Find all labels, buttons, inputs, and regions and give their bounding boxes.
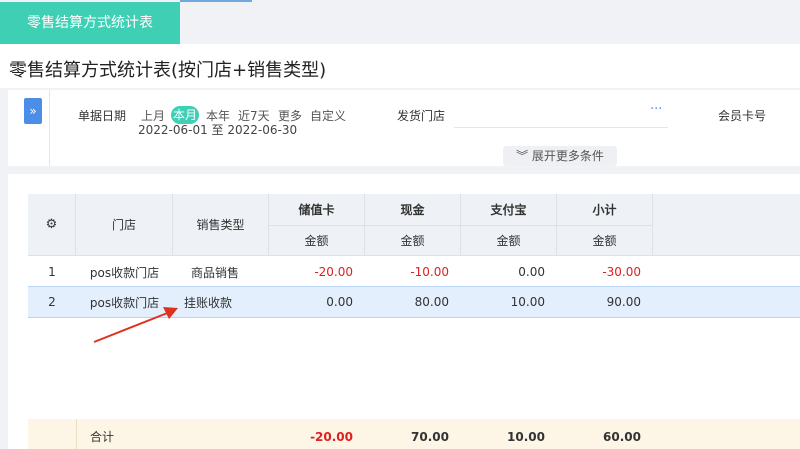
total-cash-amount: 70.00 [411,429,449,444]
total-subtotal-amount: 60.00 [603,429,641,444]
total-alipay-amount: 10.00 [507,429,545,444]
total-stored-card-amount: -20.00 [310,429,353,444]
annotation-arrow [93,307,178,343]
total-label: 合计 [90,430,115,444]
divider [76,419,77,449]
